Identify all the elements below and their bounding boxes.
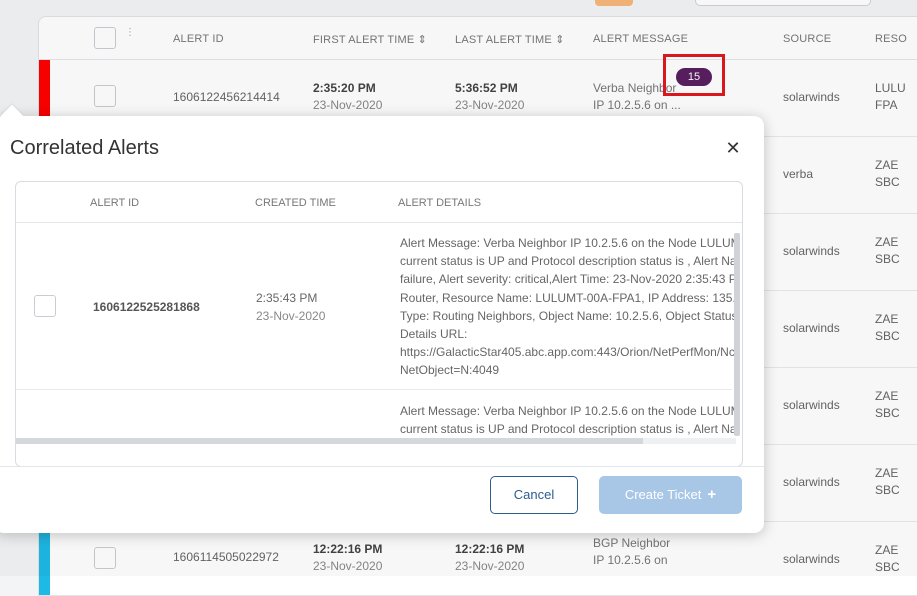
alert-details-line: Type: Routing Neighbors, Object Name: 10…	[400, 308, 736, 323]
alert-details-line: current status is UP and Protocol descri…	[400, 422, 736, 437]
vertical-scrollbar[interactable]	[734, 233, 740, 436]
create-ticket-label: Create Ticket	[624, 487, 702, 502]
column-options-icon[interactable]: ⋮	[125, 28, 135, 38]
alert-details: Alert Message: Verba Neighbor IP 10.2.5.…	[400, 402, 736, 438]
select-all-checkbox[interactable]	[94, 27, 116, 49]
correlation-count-badge[interactable]: 15	[676, 68, 712, 86]
correlated-table-header: ALERT ID CREATED TIME ALERT DETAILS	[16, 182, 742, 223]
alert-details-line: https://GalacticStar405.abc.app.com:443/…	[400, 345, 735, 360]
last-alert-date: 23-Nov-2020	[455, 98, 525, 112]
source: verba	[783, 167, 814, 181]
correlated-alerts-table: ALERT ID CREATED TIME ALERT DETAILS 1606…	[15, 181, 743, 467]
alert-message-line2: IP 10.2.5.6 on ...	[593, 98, 681, 112]
alert-details-line: Details URL:	[400, 327, 468, 342]
created-time: 2:35:43 PM	[256, 291, 318, 305]
header-created-time: CREATED TIME	[255, 197, 336, 209]
alert-details-line: NetObject=N:4049	[400, 363, 500, 378]
resource-line1: ZAE	[875, 466, 899, 480]
resource-line1: LULU	[875, 81, 906, 95]
alert-id: 1606122456214414	[173, 90, 280, 104]
alert-details-line: Router, Resource Name: LULUMT-00A-FPA1, …	[400, 290, 736, 305]
alert-id: 1606114505022972	[173, 550, 279, 564]
last-alert-time: 12:22:16 PM	[455, 542, 525, 556]
footer-divider	[0, 466, 764, 467]
cancel-button[interactable]: Cancel	[490, 476, 578, 514]
row-checkbox[interactable]	[94, 85, 116, 107]
correlation-badge-highlight: 15	[663, 54, 725, 96]
correlated-row[interactable]: 1606122525281868 2:35:43 PM 23-Nov-2020 …	[16, 223, 736, 390]
last-alert-date: 23-Nov-2020	[455, 559, 525, 573]
created-date: 23-Nov-2020	[256, 309, 326, 323]
resource-line1: ZAE	[875, 389, 899, 403]
resource-line2: SBC	[875, 252, 900, 266]
alert-details-line: failure, Alert severity: critical,Alert …	[400, 272, 736, 287]
alert-details-line: Alert Message: Verba Neighbor IP 10.2.5.…	[400, 404, 736, 418]
source: solarwinds	[783, 552, 840, 566]
resource-line2: SBC	[875, 560, 900, 574]
row-checkbox[interactable]	[34, 295, 56, 317]
resource-line1: ZAE	[875, 543, 899, 557]
resource-line1: ZAE	[875, 158, 899, 172]
alert-details-line: Alert Message: Verba Neighbor IP 10.2.5.…	[400, 236, 736, 250]
header-alert-id: ALERT ID	[90, 197, 140, 209]
severity-bar-info	[39, 522, 50, 595]
table-row[interactable]: 1606114505022972 12:22:16 PM 23-Nov-2020…	[39, 522, 917, 595]
plus-icon: +	[707, 486, 717, 503]
source: solarwinds	[783, 244, 840, 258]
row-checkbox[interactable]	[94, 547, 116, 569]
table-header: ⋮ ALERT ID FIRST ALERT TIME ⇕ LAST ALERT…	[39, 17, 917, 60]
source: solarwinds	[783, 398, 840, 412]
header-alert-details: ALERT DETAILS	[398, 197, 482, 209]
popover-arrow	[0, 104, 24, 128]
alert-id: 1606122525281868	[93, 300, 200, 314]
modal-title: Correlated Alerts	[10, 137, 159, 159]
resource-line2: SBC	[875, 329, 900, 343]
create-ticket-button[interactable]: Create Ticket +	[599, 476, 742, 514]
alert-details: Alert Message: Verba Neighbor IP 10.2.5.…	[400, 234, 736, 380]
first-alert-date: 23-Nov-2020	[313, 98, 383, 112]
header-resource[interactable]: RESO	[875, 33, 907, 45]
resource-line1: ZAE	[875, 235, 899, 249]
first-alert-date: 23-Nov-2020	[313, 559, 383, 573]
source: solarwinds	[783, 321, 840, 335]
header-last-alert-time[interactable]: LAST ALERT TIME ⇕	[455, 33, 565, 46]
header-alert-id[interactable]: ALERT ID	[173, 33, 224, 45]
alert-details-line: current status is UP and Protocol descri…	[400, 254, 736, 269]
resource-line2: SBC	[875, 175, 900, 189]
header-alert-message[interactable]: ALERT MESSAGE	[593, 33, 688, 45]
last-alert-time: 5:36:52 PM	[455, 81, 518, 95]
resource-line1: ZAE	[875, 312, 899, 326]
first-alert-time: 2:35:20 PM	[313, 81, 376, 95]
close-icon[interactable]: ✕	[724, 139, 742, 157]
header-source[interactable]: SOURCE	[783, 33, 831, 45]
header-first-alert-time[interactable]: FIRST ALERT TIME ⇕	[313, 33, 427, 46]
search-input[interactable]	[695, 0, 871, 6]
first-alert-time: 12:22:16 PM	[313, 542, 383, 556]
alert-message-line2: IP 10.2.5.6 on	[593, 553, 668, 567]
toolbar-orange-button[interactable]	[595, 0, 633, 6]
resource-line2: FPA	[875, 98, 898, 112]
alert-message-line1: BGP Neighbor	[593, 536, 671, 550]
resource-line2: SBC	[875, 406, 900, 420]
source: solarwinds	[783, 475, 840, 489]
source: solarwinds	[783, 90, 840, 104]
resource-line2: SBC	[875, 483, 900, 497]
correlated-alerts-modal: Correlated Alerts ✕ ALERT ID CREATED TIM…	[0, 104, 764, 533]
horizontal-scrollbar[interactable]	[16, 438, 643, 444]
